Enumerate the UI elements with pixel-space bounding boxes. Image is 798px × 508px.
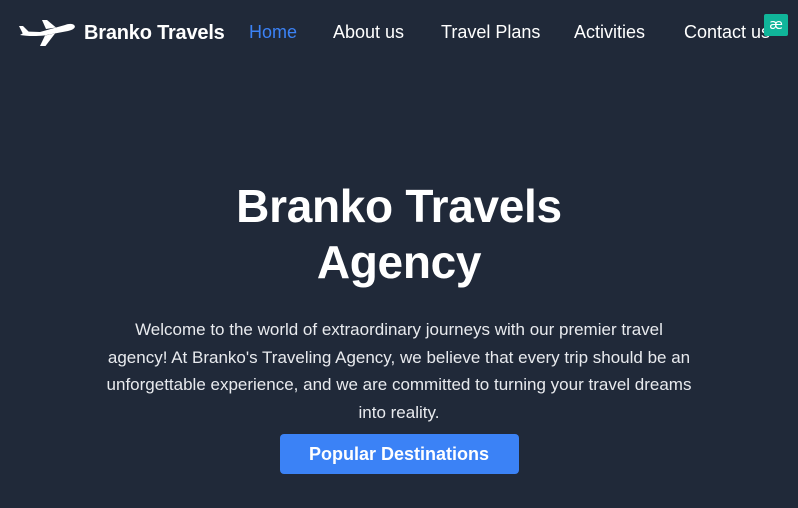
navbar: Branko Travels Home About us Travel Plan… (0, 0, 798, 68)
hero-description: Welcome to the world of extraordinary jo… (106, 320, 692, 422)
hero-title-line-2: Agency (316, 236, 482, 288)
hero-title: Branko Travels Agency (139, 178, 659, 290)
hero-section: Branko Travels Agency Welcome to the wor… (0, 178, 798, 474)
popular-destinations-button[interactable]: Popular Destinations (279, 434, 519, 474)
page: Branko Travels Home About us Travel Plan… (0, 0, 798, 508)
nav-link-home[interactable]: Home (249, 22, 297, 43)
nav-link-about-us[interactable]: About us (333, 22, 404, 43)
main-nav: Home About us Travel Plans Activities Co… (0, 22, 798, 46)
hero-title-line-1: Branko Travels (236, 180, 562, 232)
extension-badge-icon[interactable]: æ (764, 14, 788, 36)
nav-link-activities[interactable]: Activities (574, 22, 645, 43)
nav-link-contact-us[interactable]: Contact us (684, 22, 770, 43)
nav-link-travel-plans[interactable]: Travel Plans (441, 22, 540, 43)
